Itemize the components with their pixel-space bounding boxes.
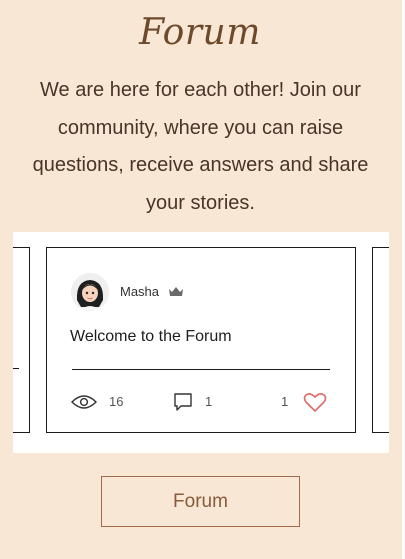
avatar[interactable] — [71, 273, 109, 311]
post-card-previous[interactable] — [13, 247, 30, 433]
comments-count: 1 — [205, 394, 213, 409]
likes-count: 1 — [281, 394, 289, 409]
post-card-divider — [13, 368, 19, 369]
post-carousel: Masha Welcome to the Forum 16 1 1 — [13, 232, 389, 453]
page-title: Forum — [139, 12, 261, 53]
crown-icon — [169, 287, 183, 296]
views-count: 16 — [109, 394, 124, 409]
forum-button[interactable]: Forum — [101, 476, 300, 527]
post-card-next[interactable] — [372, 247, 389, 433]
post-author[interactable]: Masha — [120, 284, 159, 299]
post-card[interactable]: Masha Welcome to the Forum 16 1 1 — [46, 247, 356, 433]
eye-icon — [71, 395, 97, 409]
heart-icon[interactable] — [303, 392, 327, 413]
page-intro: We are here for each other! Join our com… — [32, 79, 369, 214]
comment-icon[interactable] — [173, 392, 193, 412]
post-title[interactable]: Welcome to the Forum — [70, 328, 232, 346]
post-divider — [72, 369, 330, 370]
